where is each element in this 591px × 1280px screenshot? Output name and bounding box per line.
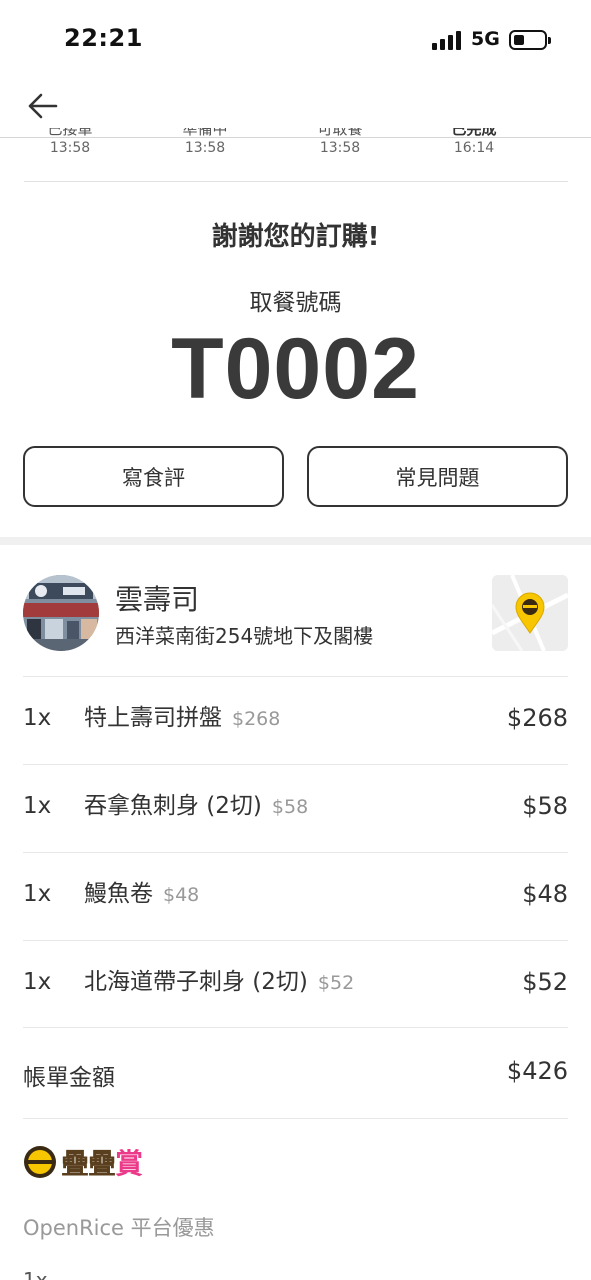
bill-total-amount: $426 [506,1057,568,1085]
coin-icon [24,1146,56,1178]
item-total-price: $52 [522,968,568,996]
timeline-step-time: 16:14 [453,140,495,156]
timeline-step-time: 13:58 [319,140,361,156]
item-unit-price: $58 [271,796,309,818]
restaurant-name[interactable]: 雲壽司 [115,578,199,618]
timeline-step: 準備中 13:58 [140,128,270,156]
promo-brand-main: 疊疊 [61,1147,116,1180]
restaurant-address: 西洋菜南街254號地下及閣樓 [115,624,374,648]
header-divider [0,137,591,138]
divider [23,1027,568,1028]
item-name: 吞拿魚刺身 (2切) [84,793,262,819]
timeline-step: 可取餐 13:58 [275,128,405,156]
bill-total-label: 帳單金額 [23,1065,115,1091]
divider [23,676,568,677]
item-name-group: 鰻魚卷 $48 [84,864,199,925]
promo-row-qty: 1x [23,1268,48,1280]
promo-logo: 疊疊賞 [23,1143,143,1181]
item-total-price: $268 [506,704,568,732]
section-separator [0,537,591,545]
item-quantity: 1x [23,969,52,995]
restaurant-avatar[interactable] [23,575,99,651]
item-total-price: $58 [522,792,568,820]
timeline-step-time: 13:58 [49,140,91,156]
pickup-number: T0002 [171,321,420,417]
divider [23,940,568,941]
timeline-step-time: 13:58 [184,140,226,156]
item-unit-price: $48 [163,884,200,906]
pickup-number-label: 取餐號碼 [249,290,342,316]
item-name: 北海道帶子刺身 (2切) [84,969,308,995]
item-name: 鰻魚卷 [84,881,153,907]
item-name-group: 特上壽司拼盤 $268 [84,688,280,749]
platform-discount-label: OpenRice 平台優惠 [23,1216,215,1240]
item-name-group: 吞拿魚刺身 (2切) $58 [84,776,308,837]
item-quantity: 1x [23,705,52,731]
faq-button[interactable]: 常見問題 [307,446,568,507]
promo-row-amount: -- [553,1268,568,1280]
map-button[interactable] [492,575,568,651]
item-unit-price: $52 [317,972,355,994]
thank-you-title: 謝謝您的訂購! [211,222,380,252]
battery-icon [509,30,551,50]
item-quantity: 1x [23,793,52,819]
timeline-step: 已完成 16:14 [409,128,539,156]
timeline-divider [24,181,568,182]
order-item-row: 1x 吞拿魚刺身 (2切) $58 $58 [23,776,568,836]
divider [23,764,568,765]
item-quantity: 1x [23,881,52,907]
back-button[interactable] [22,86,62,126]
arrow-left-icon [28,93,58,119]
write-review-button[interactable]: 寫食評 [23,446,284,507]
promo-brand-last: 賞 [115,1147,143,1180]
status-bar: 22:21 5G [0,0,591,76]
item-name: 特上壽司拼盤 [84,705,222,731]
timeline-step: 已接單 13:58 [24,128,135,156]
order-item-row: 1x 鰻魚卷 $48 $48 [23,864,568,924]
item-total-price: $48 [522,880,568,908]
order-item-row: 1x 特上壽司拼盤 $268 $268 [23,688,568,748]
network-type: 5G [471,28,500,50]
cellular-signal-icon [432,30,464,50]
item-name-group: 北海道帶子刺身 (2切) $52 [84,952,354,1013]
divider [23,1118,568,1119]
item-unit-price: $268 [232,708,281,730]
order-item-row: 1x 北海道帶子刺身 (2切) $52 $52 [23,952,568,1012]
promo-row-partial: 1x -- [23,1268,568,1280]
status-time: 22:21 [64,24,143,52]
divider [23,852,568,853]
